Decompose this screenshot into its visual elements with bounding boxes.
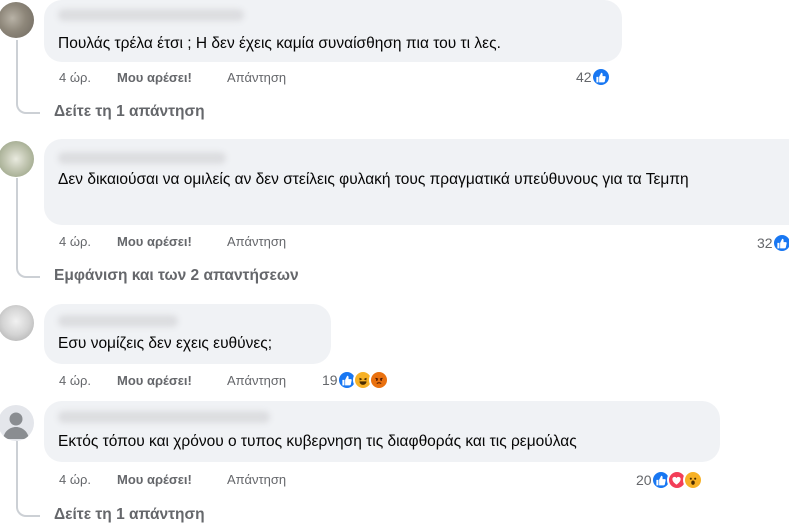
thread-connector <box>16 40 40 114</box>
wow-icon <box>682 470 703 490</box>
reaction-summary[interactable]: 32 <box>757 233 789 253</box>
comment-actions: 4 ώρ. Μου αρέσει! Απάντηση <box>59 69 286 85</box>
commenter-name-blurred <box>58 9 244 21</box>
like-icon <box>771 233 789 253</box>
like-button[interactable]: Μου αρέσει! <box>117 70 227 85</box>
comment-time[interactable]: 4 ώρ. <box>59 373 117 388</box>
comment-bubble: Εσυ νομίζεις δεν εχεις ευθύνες; <box>44 304 331 364</box>
comment-bubble: Πουλάς τρέλα έτσι ; Η δεν έχεις καμία συ… <box>44 0 622 62</box>
comment-text: Δεν δικαιούσαι να ομιλείς αν δεν στείλει… <box>58 171 689 188</box>
comment-time[interactable]: 4 ώρ. <box>59 70 117 85</box>
reaction-count: 20 <box>636 472 652 488</box>
reply-button[interactable]: Απάντηση <box>227 70 286 85</box>
avatar[interactable] <box>0 2 34 38</box>
like-icon <box>590 67 611 87</box>
default-avatar-icon <box>3 412 29 439</box>
avatar[interactable] <box>0 141 34 177</box>
commenter-name-blurred <box>58 315 178 327</box>
comment-text: Εσυ νομίζεις δεν εχεις ευθύνες; <box>58 335 273 352</box>
like-button[interactable]: Μου αρέσει! <box>117 373 227 388</box>
view-replies-link[interactable]: Δείτε τη 1 απάντηση <box>54 103 205 121</box>
reaction-count: 42 <box>576 69 592 85</box>
reply-button[interactable]: Απάντηση <box>227 472 286 487</box>
comment-time[interactable]: 4 ώρ. <box>59 472 117 487</box>
comment-actions: 4 ώρ. Μου αρέσει! Απάντηση <box>59 471 286 487</box>
comment-bubble: Δεν δικαιούσαι να ομιλείς αν δεν στείλει… <box>44 139 789 225</box>
comment-text: Πουλάς τρέλα έτσι ; Η δεν έχεις καμία συ… <box>58 35 501 52</box>
view-replies-link[interactable]: Εμφάνιση και των 2 απαντήσεων <box>54 267 299 285</box>
thread-connector <box>16 178 40 278</box>
like-button[interactable]: Μου αρέσει! <box>117 234 227 249</box>
angry-icon <box>368 370 389 390</box>
reaction-count: 19 <box>322 372 338 388</box>
comment-actions: 4 ώρ. Μου αρέσει! Απάντηση <box>59 372 286 388</box>
avatar[interactable] <box>0 405 34 441</box>
like-button[interactable]: Μου αρέσει! <box>117 472 227 487</box>
commenter-name-blurred <box>58 152 226 164</box>
comment-actions: 4 ώρ. Μου αρέσει! Απάντηση <box>59 233 286 249</box>
reaction-summary[interactable]: 42 <box>576 67 611 87</box>
avatar[interactable] <box>0 305 34 341</box>
reaction-count: 32 <box>757 235 773 251</box>
commenter-name-blurred <box>58 411 270 423</box>
reply-button[interactable]: Απάντηση <box>227 373 286 388</box>
reply-button[interactable]: Απάντηση <box>227 234 286 249</box>
comment-bubble: Εκτός τόπου και χρόνου ο τυπος κυβερνηση… <box>44 401 720 462</box>
reaction-summary[interactable]: 20 <box>636 470 703 490</box>
comment-text: Εκτός τόπου και χρόνου ο τυπος κυβερνηση… <box>58 433 577 450</box>
reaction-summary[interactable]: 19 <box>322 370 389 390</box>
thread-connector <box>16 441 40 517</box>
comment-time[interactable]: 4 ώρ. <box>59 234 117 249</box>
view-replies-link[interactable]: Δείτε τη 1 απάντηση <box>54 506 205 524</box>
